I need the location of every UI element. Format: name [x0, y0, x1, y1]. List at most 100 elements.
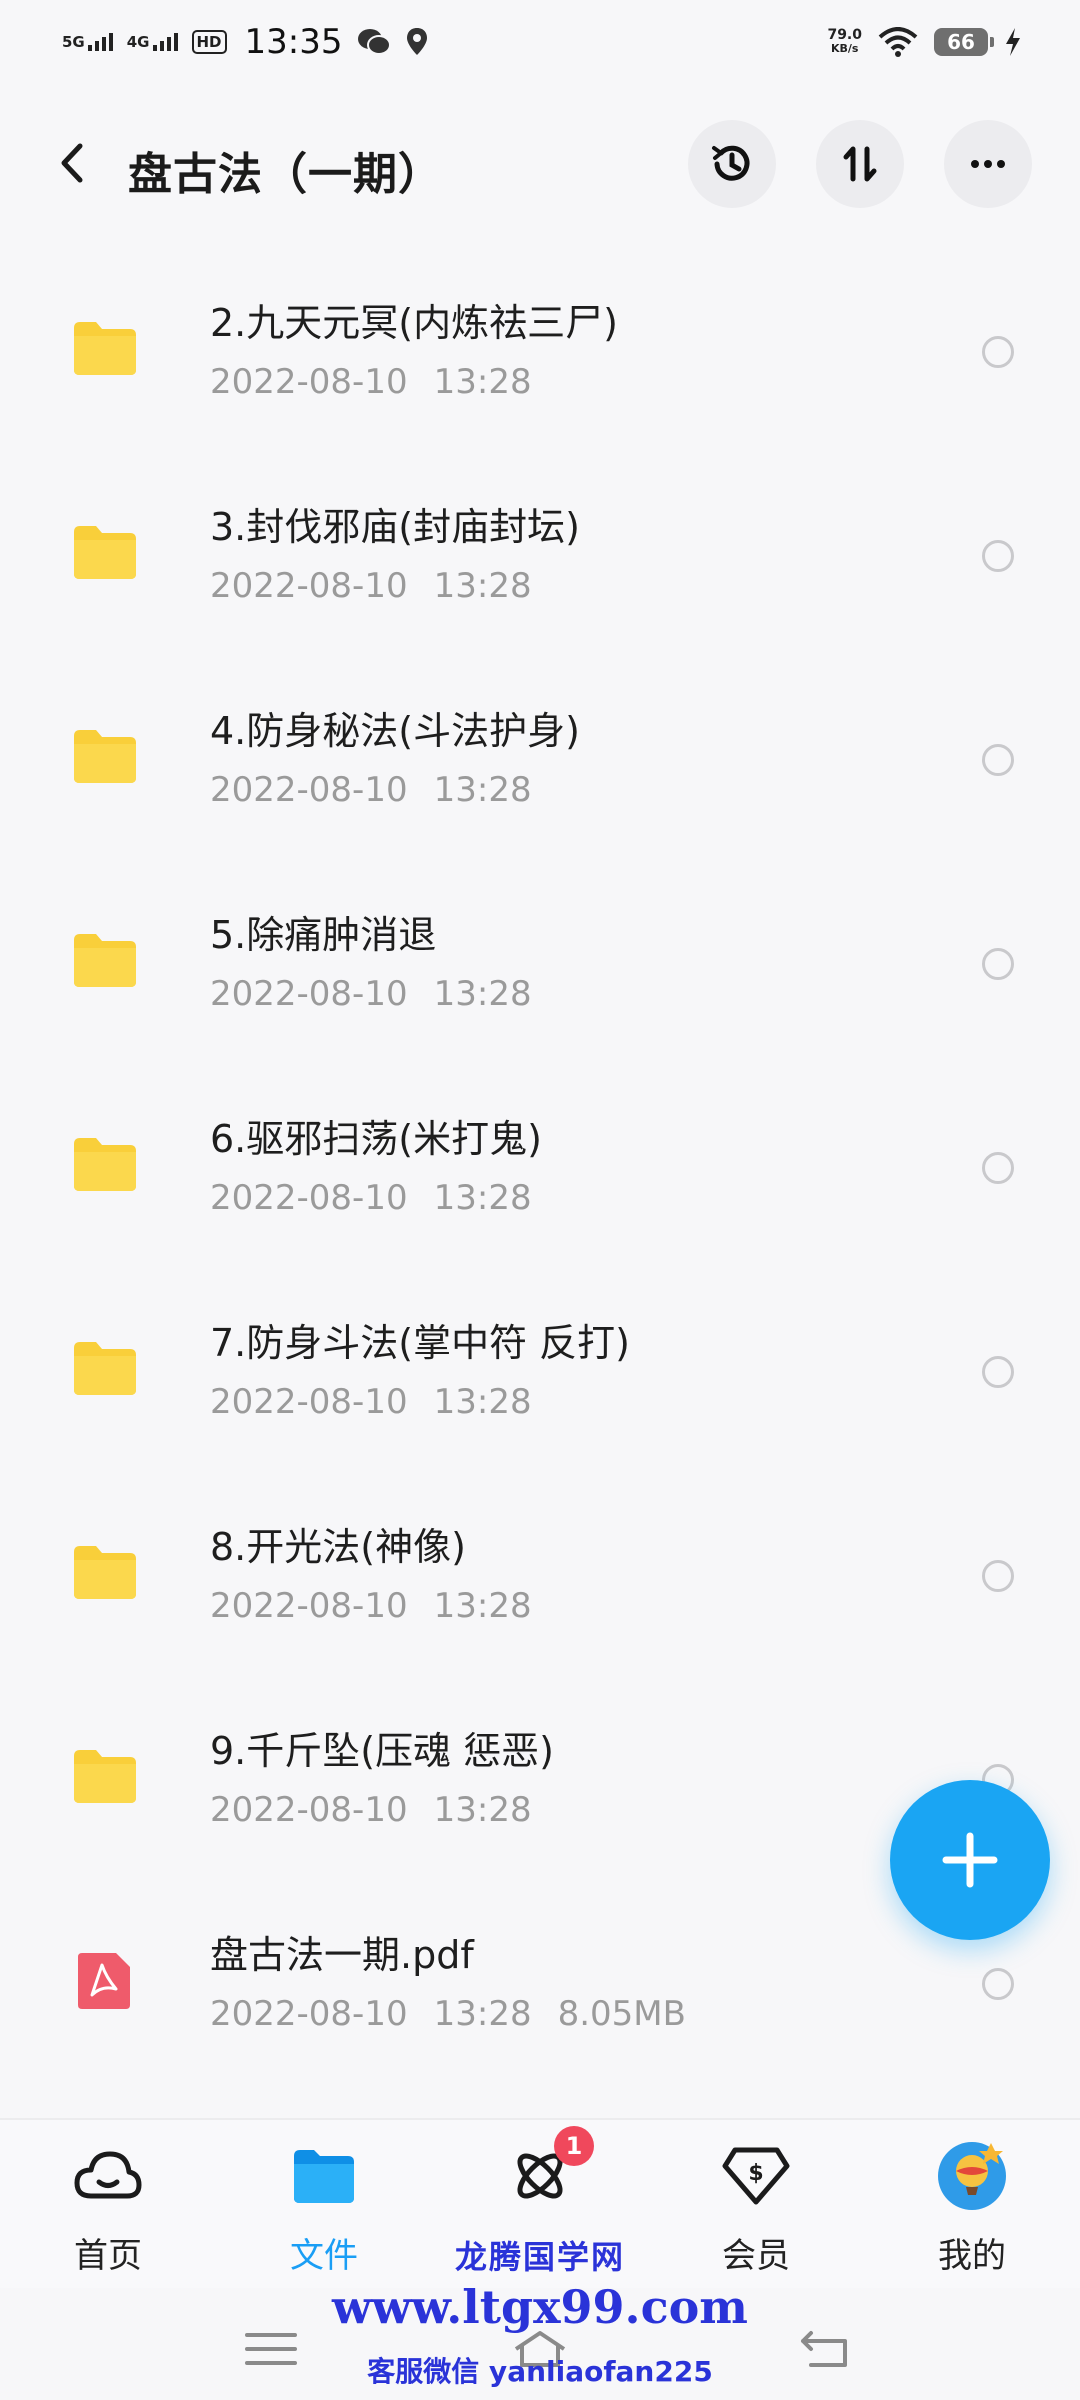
- file-size: 8.05MB: [557, 1994, 686, 2034]
- file-name: 8.开光法(神像): [210, 1525, 466, 1569]
- list-item[interactable]: 7.防身斗法(掌中符 反打) 2022-08-10 13:28: [0, 1270, 1080, 1474]
- more-button[interactable]: [944, 120, 1032, 208]
- charging-icon: [1006, 28, 1020, 56]
- watermark-site-name: 龙腾国学网: [454, 2238, 625, 2276]
- history-button[interactable]: [688, 120, 776, 208]
- file-time: 13:28: [433, 770, 532, 810]
- hd-voice-icon: HD: [191, 30, 227, 54]
- speed-unit: KB/s: [830, 42, 859, 55]
- file-meta: 2022-08-10 13:28: [210, 1586, 532, 1626]
- signal-5g-icon: 5G: [62, 33, 113, 51]
- file-time: 13:28: [433, 1790, 532, 1830]
- plus-icon: [942, 1832, 998, 1888]
- svg-text:$: $: [748, 2161, 763, 2186]
- file-time: 13:28: [433, 362, 532, 402]
- add-button[interactable]: [890, 1780, 1050, 1940]
- select-checkbox[interactable]: [982, 744, 1014, 776]
- list-item[interactable]: 4.防身秘法(斗法护身) 2022-08-10 13:28: [0, 658, 1080, 862]
- select-checkbox[interactable]: [982, 948, 1014, 980]
- more-icon: [971, 160, 1005, 168]
- list-item[interactable]: 3.封伐邪庙(封庙封坛) 2022-08-10 13:28: [0, 454, 1080, 658]
- nav-icon-wrap: [70, 2138, 146, 2214]
- nav-item-discover[interactable]: 1: [460, 2126, 620, 2228]
- folder-icon: [74, 730, 136, 783]
- list-item[interactable]: 2.九天元冥(内炼祛三尸) 2022-08-10 13:28: [0, 250, 1080, 454]
- file-date: 2022-08-10: [210, 770, 408, 810]
- select-checkbox[interactable]: [982, 540, 1014, 572]
- watermark-contact: 客服微信 yanliaofan225: [367, 2355, 713, 2388]
- signal-4g-icon: 4G: [127, 33, 178, 51]
- nav-icon-wrap: [286, 2138, 362, 2214]
- pdf-icon: [78, 1953, 130, 2009]
- file-name: 3.封伐邪庙(封庙封坛): [210, 505, 580, 549]
- folder-icon: [74, 1342, 136, 1395]
- file-time: 13:28: [433, 974, 532, 1014]
- select-checkbox[interactable]: [982, 1356, 1014, 1388]
- sort-button[interactable]: [816, 120, 904, 208]
- folder-icon: [74, 934, 136, 987]
- select-checkbox[interactable]: [982, 1968, 1014, 2000]
- list-item[interactable]: 8.开光法(神像) 2022-08-10 13:28: [0, 1474, 1080, 1678]
- select-checkbox[interactable]: [982, 1152, 1014, 1184]
- file-name: 4.防身秘法(斗法护身): [210, 709, 580, 753]
- file-date: 2022-08-10: [210, 362, 408, 402]
- file-meta: 2022-08-10 13:28: [210, 1790, 532, 1830]
- file-meta: 2022-08-10 13:28 8.05MB: [210, 1994, 686, 2034]
- file-time: 13:28: [433, 1382, 532, 1422]
- location-icon: [406, 28, 427, 55]
- select-checkbox[interactable]: [982, 1560, 1014, 1592]
- folder-icon: [74, 1750, 136, 1803]
- status-left: 5G 4G HD 13:35: [62, 22, 429, 62]
- file-name: 7.防身斗法(掌中符 反打): [210, 1321, 630, 1365]
- file-meta: 2022-08-10 13:28: [210, 1178, 532, 1218]
- file-name: 盘古法一期.pdf: [210, 1933, 474, 1977]
- folder-icon: [294, 2150, 354, 2203]
- list-item[interactable]: 5.除痛肿消退 2022-08-10 13:28: [0, 862, 1080, 1066]
- status-time: 13:35: [244, 22, 343, 62]
- file-meta: 2022-08-10 13:28: [210, 566, 532, 606]
- status-bar: 5G 4G HD 13:35 79.0 KB/s 66: [0, 0, 1080, 84]
- avatar-balloon-icon: [938, 2142, 1006, 2210]
- nav-icon-wrap: [934, 2138, 1010, 2214]
- speed-value: 79.0: [827, 27, 862, 43]
- wifi-icon: [878, 27, 918, 57]
- folder-icon: [74, 1138, 136, 1191]
- file-name: 6.驱邪扫荡(米打鬼): [210, 1117, 542, 1161]
- nav-icon-wrap: 1: [502, 2126, 594, 2214]
- file-date: 2022-08-10: [210, 1178, 408, 1218]
- file-time: 13:28: [433, 1994, 532, 2034]
- folder-icon: [74, 1546, 136, 1599]
- battery-indicator: 66: [934, 28, 994, 56]
- file-date: 2022-08-10: [210, 1382, 408, 1422]
- back-icon: [61, 143, 83, 183]
- file-name: 2.九天元冥(内炼祛三尸): [210, 301, 618, 345]
- notification-badge: 1: [554, 2126, 594, 2166]
- net-label-4g: 4G: [126, 33, 150, 51]
- file-name: 5.除痛肿消退: [210, 913, 437, 957]
- sort-icon: [843, 146, 877, 182]
- file-time: 13:28: [433, 566, 532, 606]
- file-date: 2022-08-10: [210, 1994, 408, 2034]
- file-date: 2022-08-10: [210, 1790, 408, 1830]
- nav-icon-wrap: $: [718, 2138, 794, 2214]
- file-meta: 2022-08-10 13:28: [210, 362, 532, 402]
- wechat-icon: [357, 29, 391, 55]
- cloud-home-icon: [74, 2151, 142, 2199]
- vip-diamond-icon: $: [722, 2147, 790, 2205]
- status-right: 79.0 KB/s 66: [827, 27, 1022, 57]
- file-meta: 2022-08-10 13:28: [210, 1382, 532, 1422]
- file-date: 2022-08-10: [210, 1586, 408, 1626]
- list-item[interactable]: 6.驱邪扫荡(米打鬼) 2022-08-10 13:28: [0, 1066, 1080, 1270]
- select-checkbox[interactable]: [982, 336, 1014, 368]
- file-date: 2022-08-10: [210, 566, 408, 606]
- page-title: 盘古法（一期）: [128, 149, 443, 200]
- file-name: 9.千斤坠(压魂 惩恶): [210, 1729, 554, 1773]
- header: 盘古法（一期）: [0, 110, 1080, 220]
- net-label-5g: 5G: [62, 33, 85, 51]
- network-speed: 79.0 KB/s: [827, 28, 862, 56]
- back-button[interactable]: [48, 138, 98, 188]
- file-meta: 2022-08-10 13:28: [210, 770, 532, 810]
- file-time: 13:28: [433, 1178, 532, 1218]
- file-meta: 2022-08-10 13:28: [210, 974, 532, 1014]
- file-time: 13:28: [433, 1586, 532, 1626]
